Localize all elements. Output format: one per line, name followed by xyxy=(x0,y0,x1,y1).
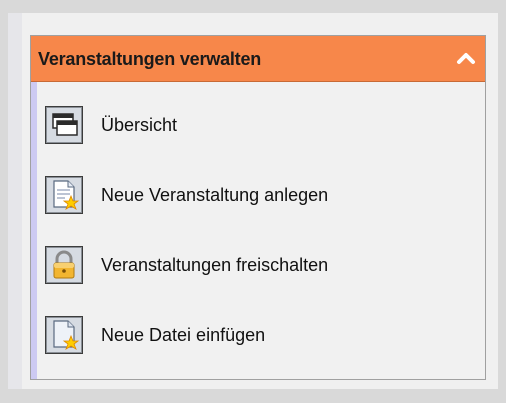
lock-icon xyxy=(45,246,83,284)
new-document-icon xyxy=(45,176,83,214)
menu-item-freischalten[interactable]: Veranstaltungen freischalten xyxy=(45,246,465,286)
new-file-icon xyxy=(45,316,83,354)
menu-item-uebersicht[interactable]: Übersicht xyxy=(45,106,465,146)
menu-item-label: Neue Datei einfügen xyxy=(101,325,266,345)
menu-item-neue-veranstaltung[interactable]: Neue Veranstaltung anlegen xyxy=(45,176,465,216)
windows-icon xyxy=(45,106,83,144)
menu-item-label: Neue Veranstaltung anlegen xyxy=(101,185,329,205)
chevron-up-icon[interactable] xyxy=(455,47,477,69)
left-strip xyxy=(8,13,22,389)
menu-item-label: Übersicht xyxy=(101,115,178,135)
menu-item-label: Veranstaltungen freischalten xyxy=(101,255,329,275)
menu-item-neue-datei[interactable]: Neue Datei einfügen xyxy=(45,316,465,356)
panel-left-accent xyxy=(31,82,37,379)
panel-title: Veranstaltungen verwalten xyxy=(38,49,262,69)
panel-header[interactable]: Veranstaltungen verwalten xyxy=(31,36,485,82)
menu-panel: Veranstaltungen verwalten Übersicht Neue… xyxy=(30,35,486,380)
